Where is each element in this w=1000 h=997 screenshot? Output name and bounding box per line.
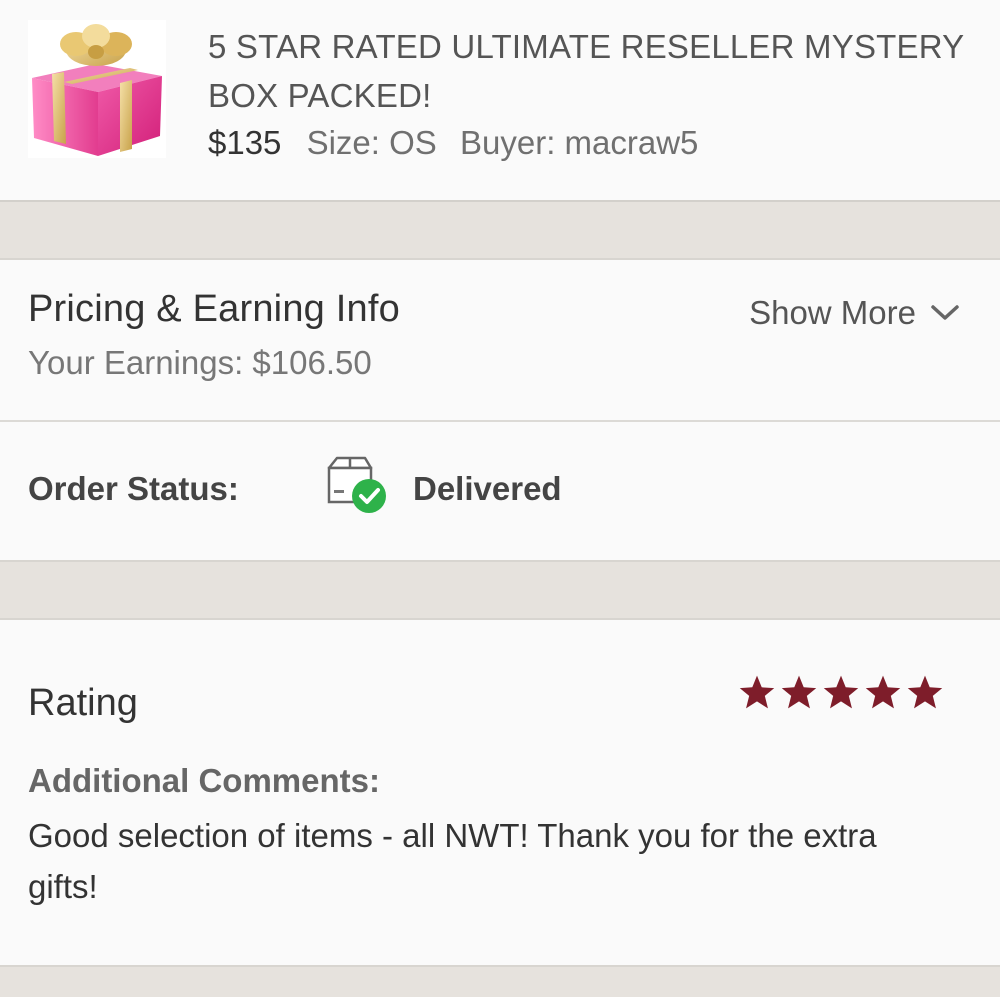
pricing-section: Pricing & Earning Info Your Earnings: $1… — [0, 258, 1000, 420]
additional-comments-label: Additional Comments: — [28, 762, 380, 799]
rating-title: Rating — [28, 682, 138, 724]
item-meta: $135 Size: OS Buyer: macraw5 — [208, 120, 712, 166]
order-status-value: Delivered — [413, 470, 562, 507]
item-thumbnail[interactable] — [28, 20, 166, 158]
star-icon — [781, 675, 817, 709]
section-spacer — [0, 965, 1000, 995]
your-earnings: Your Earnings: $106.50 — [28, 344, 372, 381]
pricing-title: Pricing & Earning Info — [28, 288, 400, 330]
section-spacer — [0, 560, 1000, 618]
star-rating — [738, 674, 944, 710]
star-icon — [907, 675, 943, 709]
order-status-label: Order Status: — [28, 470, 239, 507]
item-price: $135 — [208, 124, 282, 161]
delivered-box-icon — [323, 456, 389, 521]
star-icon — [739, 675, 775, 709]
buyer-username[interactable]: Buyer: macraw5 — [460, 124, 698, 161]
star-icon — [823, 675, 859, 709]
star-icon — [865, 675, 901, 709]
item-size: Size: OS — [306, 124, 437, 161]
gift-box-image — [32, 24, 162, 156]
chevron-down-icon — [931, 305, 959, 320]
order-item-card: 5 STAR RATED ULTIMATE RESELLER MYSTERY B… — [0, 0, 1000, 202]
order-status-section: Order Status: Delivered — [0, 422, 1000, 560]
additional-comments-text: Good selection of items - all NWT! Thank… — [28, 817, 877, 905]
rating-section: Rating Additional Comments: Good selecti… — [0, 618, 1000, 965]
item-title[interactable]: 5 STAR RATED ULTIMATE RESELLER MYSTERY B… — [208, 22, 968, 120]
show-more-label: Show More — [749, 294, 916, 331]
show-more-button[interactable]: Show More — [749, 294, 960, 332]
